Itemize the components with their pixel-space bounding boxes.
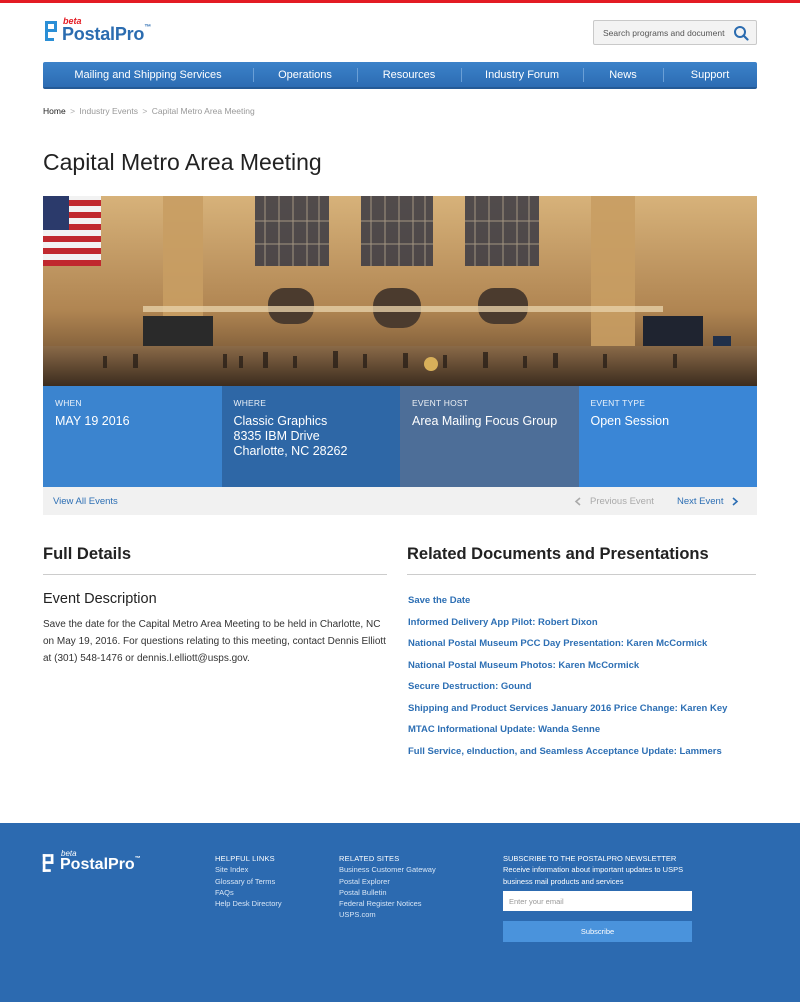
previous-event-link[interactable]: Previous Event [590,496,654,507]
event-where: WHERE Classic Graphics 8335 IBM Drive Ch… [221,386,400,487]
event-host-value: Area Mailing Focus Group [412,414,558,428]
related-document-link[interactable]: Save the Date [408,594,758,616]
footer-link-usps[interactable]: USPS.com [339,909,436,920]
search-icon[interactable] [733,25,749,41]
top-accent-bar [0,0,800,3]
event-host: EVENT HOST Area Mailing Focus Group [400,386,579,487]
event-where-label: WHERE [233,398,267,408]
search-box [593,20,757,45]
footer-helpful-links-heading: HELPFUL LINKS [215,854,275,863]
footer-link-postal-explorer[interactable]: Postal Explorer [339,876,436,887]
subscribe-button[interactable]: Subscribe [503,921,692,942]
footer-newsletter: SUBSCRIBE TO THE POSTALPRO NEWSLETTER Re… [503,853,693,887]
postalpro-logo-icon [42,854,54,872]
breadcrumb: Home > Industry Events > Capital Metro A… [43,106,255,116]
grand-hall-illustration [43,196,757,386]
nav-support[interactable]: Support [663,62,757,87]
event-where-line: Classic Graphics [233,414,328,428]
related-document-link[interactable]: National Postal Museum PCC Day Presentat… [408,637,758,659]
related-document-link[interactable]: MTAC Informational Update: Wanda Senne [408,723,758,745]
related-document-link[interactable]: Full Service, eInduction, and Seamless A… [408,745,758,767]
nav-operations[interactable]: Operations [253,62,357,87]
breadcrumb-home[interactable]: Home [43,106,66,116]
related-document-link[interactable]: Informed Delivery App Pilot: Robert Dixo… [408,616,758,638]
nav-mailing-shipping[interactable]: Mailing and Shipping Services [43,62,253,87]
event-type-value: Open Session [590,414,670,428]
page-title: Capital Metro Area Meeting [43,149,322,175]
event-when-value: MAY 19 2016 [55,414,130,428]
footer-related-sites: RELATED SITES Business Customer Gateway … [339,853,436,921]
footer-link-federal-register[interactable]: Federal Register Notices [339,898,436,909]
chevron-left-icon [574,497,581,506]
next-event-link[interactable]: Next Event [677,496,723,507]
newsletter-description: Receive information about important upda… [503,865,684,886]
nav-resources[interactable]: Resources [357,62,461,87]
divider [407,574,756,575]
event-where-value: Classic Graphics 8335 IBM Drive Charlott… [234,414,389,459]
event-hero-image [43,196,757,386]
event-where-line: Charlotte, NC 28262 [233,444,348,458]
breadcrumb-separator: > [142,106,148,116]
search-input[interactable] [603,26,725,40]
footer-logo-name: PostalPro™ [60,856,141,873]
site-footer: beta PostalPro™ HELPFUL LINKS Site Index… [0,823,800,1002]
related-documents-heading: Related Documents and Presentations [407,545,709,563]
event-host-label: EVENT HOST [412,398,469,408]
event-navigation-bar: View All Events Previous Event Next Even… [43,487,757,515]
footer-helpful-links: HELPFUL LINKS Site Index Glossary of Ter… [215,853,282,909]
footer-link-help-desk[interactable]: Help Desk Directory [215,898,282,909]
nav-industry-forum[interactable]: Industry Forum [461,62,583,87]
related-document-link[interactable]: National Postal Museum Photos: Karen McC… [408,659,758,681]
footer-link-glossary[interactable]: Glossary of Terms [215,876,282,887]
event-description-text: Save the date for the Capital Metro Area… [43,619,386,664]
event-where-line: 8335 IBM Drive [233,429,320,443]
event-info-strip: WHEN MAY 19 2016 WHERE Classic Graphics … [43,386,757,487]
footer-related-sites-heading: RELATED SITES [339,854,400,863]
divider [43,574,387,575]
full-details-heading: Full Details [43,545,132,563]
related-document-link[interactable]: Secure Destruction: Gound [408,680,758,702]
footer-link-business-gateway[interactable]: Business Customer Gateway [339,864,436,875]
view-all-events-link[interactable]: View All Events [53,496,118,507]
newsletter-email-input[interactable] [503,891,692,911]
event-when-label: WHEN [55,398,82,408]
newsletter-heading: SUBSCRIBE TO THE POSTALPRO NEWSLETTER [503,854,677,863]
footer-link-faqs[interactable]: FAQs [215,887,282,898]
logo-name: PostalPro™ [62,24,152,44]
related-document-link[interactable]: Shipping and Product Services January 20… [408,702,758,724]
event-description-title: Event Description [43,591,157,607]
chevron-right-icon[interactable] [731,497,739,506]
breadcrumb-separator: > [70,106,76,116]
footer-postalpro-logo[interactable]: beta PostalPro™ [41,849,151,877]
breadcrumb-current: Capital Metro Area Meeting [151,106,255,116]
footer-link-site-index[interactable]: Site Index [215,864,282,875]
postalpro-logo[interactable]: beta PostalPro™ [43,16,173,46]
event-type-label: EVENT TYPE [590,398,646,408]
postalpro-logo-icon [45,21,57,41]
main-nav: Mailing and Shipping Services Operations… [43,62,757,89]
nav-news[interactable]: News [583,62,663,87]
related-documents-list: Save the Date Informed Delivery App Pilo… [408,594,758,766]
event-when: WHEN MAY 19 2016 [43,386,222,487]
event-type: EVENT TYPE Open Session [578,386,757,487]
breadcrumb-industry-events[interactable]: Industry Events [79,106,138,116]
footer-link-postal-bulletin[interactable]: Postal Bulletin [339,887,436,898]
